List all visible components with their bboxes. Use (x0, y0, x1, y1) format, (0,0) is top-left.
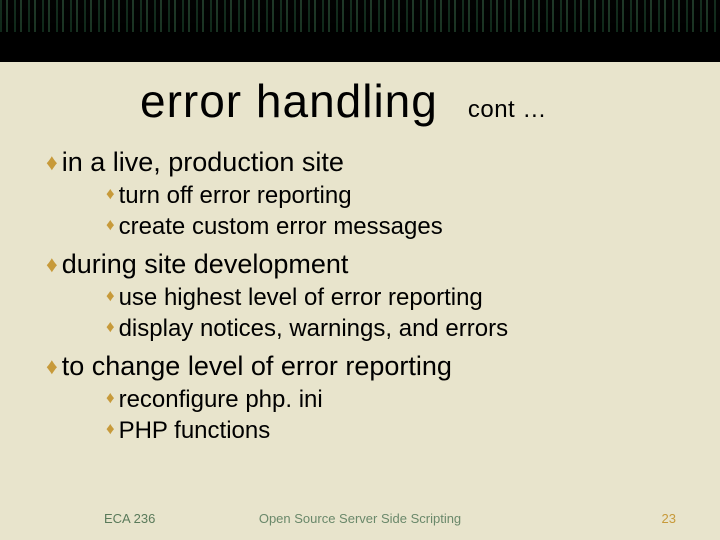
diamond-bullet-icon: ♦ (106, 282, 115, 311)
diamond-bullet-icon: ♦ (106, 313, 115, 342)
diamond-bullet-icon: ♦ (106, 415, 115, 444)
slide-body: ♦ in a live, production site ♦ turn off … (0, 134, 720, 446)
diamond-bullet-icon: ♦ (46, 248, 58, 280)
title-backdrop-strip (0, 32, 720, 62)
bullet-text: reconfigure php. ini (119, 384, 323, 415)
bullet-text: PHP functions (119, 415, 271, 446)
bullet-text: use highest level of error reporting (119, 282, 483, 313)
slide-title-continued: cont … (468, 96, 547, 128)
footer-course-code: ECA 236 (104, 511, 155, 526)
bullet-text: during site development (62, 248, 349, 282)
slide-footer: ECA 236 Open Source Server Side Scriptin… (0, 511, 720, 526)
bullet-text: turn off error reporting (119, 180, 352, 211)
footer-course-title: Open Source Server Side Scripting (259, 511, 461, 526)
bullet-text: create custom error messages (119, 211, 443, 242)
bullet-level2: ♦ create custom error messages (106, 211, 680, 242)
diamond-bullet-icon: ♦ (46, 350, 58, 382)
bullet-level2: ♦ reconfigure php. ini (106, 384, 680, 415)
bullet-text: in a live, production site (62, 146, 344, 180)
topbar-texture (0, 0, 720, 32)
bullet-level1: ♦ in a live, production site (46, 146, 680, 180)
diamond-bullet-icon: ♦ (106, 211, 115, 240)
bullet-level1: ♦ during site development (46, 248, 680, 282)
decorative-top-bar (0, 0, 720, 32)
bullet-level2: ♦ display notices, warnings, and errors (106, 313, 680, 344)
bullet-text: to change level of error reporting (62, 350, 452, 384)
bullet-level1: ♦ to change level of error reporting (46, 350, 680, 384)
bullet-text: display notices, warnings, and errors (119, 313, 509, 344)
diamond-bullet-icon: ♦ (106, 180, 115, 209)
diamond-bullet-icon: ♦ (46, 146, 58, 178)
bullet-level2: ♦ use highest level of error reporting (106, 282, 680, 313)
slide-title: error handling (140, 74, 438, 128)
bullet-level2: ♦ PHP functions (106, 415, 680, 446)
slide-number: 23 (662, 511, 676, 526)
slide-title-row: error handling cont … (0, 62, 720, 134)
diamond-bullet-icon: ♦ (106, 384, 115, 413)
bullet-level2: ♦ turn off error reporting (106, 180, 680, 211)
